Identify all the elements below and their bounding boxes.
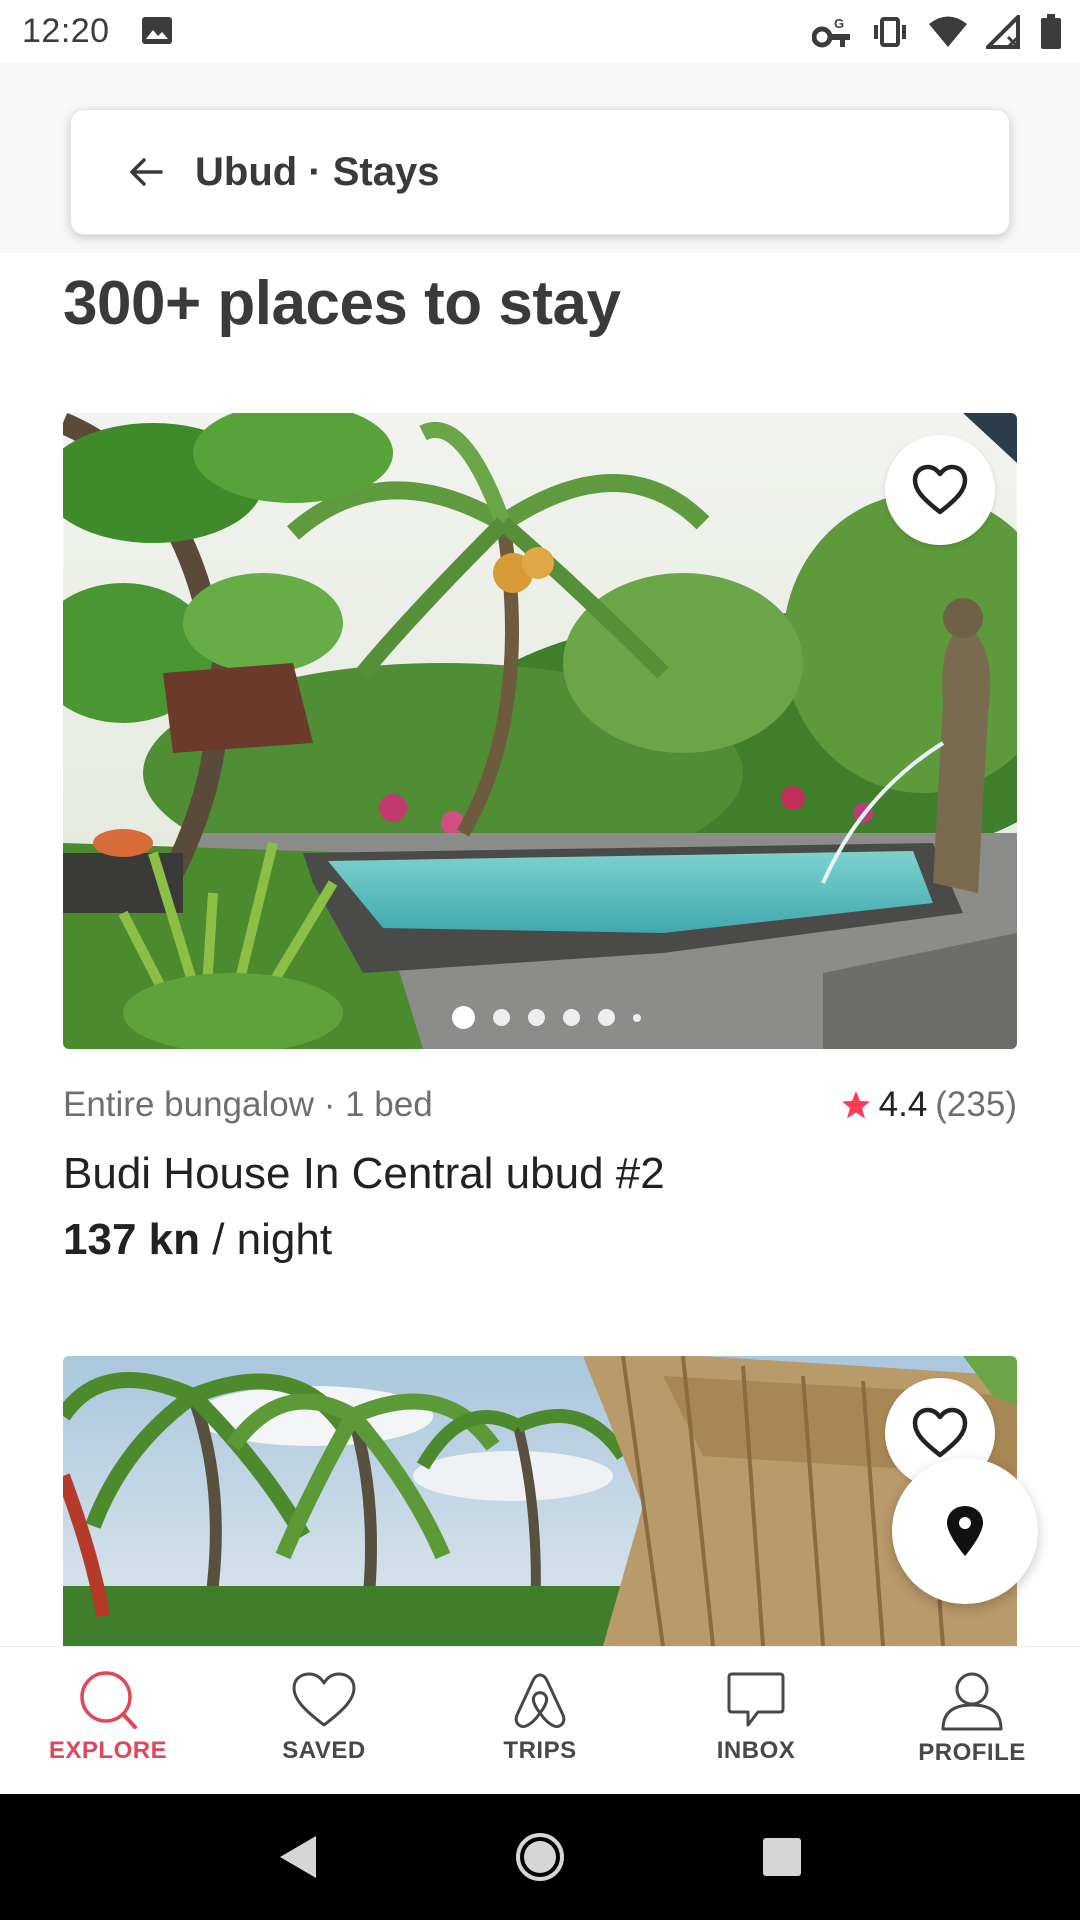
- nav-explore[interactable]: EXPLORE: [0, 1647, 216, 1794]
- save-listing-button[interactable]: [885, 435, 995, 545]
- image-icon: [142, 17, 172, 44]
- listing-card[interactable]: Entire bungalow · 1 bed 4.4 (235) Budi H…: [63, 413, 1017, 1265]
- map-pin-icon: [947, 1506, 983, 1556]
- listing-photo-image: [63, 413, 1017, 1049]
- pagination-dot[interactable]: [492, 1009, 510, 1026]
- message-icon: [727, 1672, 785, 1727]
- nav-label: PROFILE: [918, 1739, 1026, 1766]
- listing-photo[interactable]: [63, 1356, 1017, 1646]
- heart-icon: [292, 1672, 356, 1727]
- heart-icon: [912, 1407, 968, 1458]
- vpn-key-icon: G: [812, 16, 850, 48]
- nav-trips[interactable]: TRIPS: [432, 1647, 648, 1794]
- arrow-left-icon: [130, 158, 163, 186]
- map-button[interactable]: [892, 1458, 1038, 1604]
- photo-pagination: [63, 1006, 1017, 1029]
- nav-profile[interactable]: PROFILE: [864, 1647, 1080, 1794]
- status-time: 12:20: [22, 12, 110, 50]
- wifi-icon: [929, 16, 967, 47]
- nav-saved[interactable]: SAVED: [216, 1647, 432, 1794]
- search-query[interactable]: Ubud · Stays: [195, 150, 439, 195]
- review-count: (235): [935, 1085, 1017, 1124]
- nav-label: EXPLORE: [48, 1737, 168, 1764]
- listing-title[interactable]: Budi House In Central ubud #2: [63, 1149, 1017, 1199]
- bottom-navigation: EXPLORE SAVED TRIPS INBOX PROFILE: [0, 1646, 1080, 1794]
- pagination-dot[interactable]: [597, 1009, 615, 1026]
- listing-meta: Entire bungalow · 1 bed 4.4 (235): [63, 1083, 1017, 1127]
- price-unit: / night: [199, 1215, 333, 1264]
- signal-icon: [986, 15, 1020, 49]
- page-title: 300+ places to stay: [63, 269, 621, 338]
- pagination-dot[interactable]: [527, 1009, 545, 1026]
- nav-inbox[interactable]: INBOX: [648, 1647, 864, 1794]
- listing-photo-image: [63, 1356, 1017, 1646]
- status-bar: 12:20 G: [0, 0, 1080, 63]
- vibrate-icon: [874, 17, 906, 47]
- pagination-dot[interactable]: [562, 1009, 580, 1026]
- price-amount: 137 kn: [63, 1215, 200, 1264]
- search-bar[interactable]: Ubud · Stays: [70, 109, 1010, 235]
- airbnb-logo-icon: [514, 1673, 566, 1728]
- back-icon[interactable]: [278, 1834, 318, 1880]
- nav-label: SAVED: [282, 1737, 366, 1764]
- nav-label: INBOX: [716, 1737, 796, 1764]
- search-header: Ubud · Stays: [0, 63, 1080, 253]
- svg-text:G: G: [834, 16, 844, 31]
- listing-rating: 4.4 (235): [841, 1085, 1017, 1125]
- nav-label: TRIPS: [503, 1737, 577, 1764]
- recents-icon[interactable]: [762, 1837, 802, 1877]
- listing-price: 137 kn / night: [63, 1215, 1017, 1265]
- listing-card[interactable]: [63, 1356, 1017, 1646]
- pagination-dot[interactable]: [451, 1006, 475, 1029]
- search-icon: [80, 1671, 137, 1729]
- system-navigation-bar: [0, 1794, 1080, 1920]
- status-icons: G: [812, 10, 1062, 54]
- listing-photo[interactable]: [63, 413, 1017, 1049]
- battery-icon: [1041, 14, 1061, 49]
- star-icon: [841, 1091, 870, 1119]
- home-icon[interactable]: [515, 1832, 565, 1882]
- heart-icon: [912, 464, 968, 515]
- listing-type: Entire bungalow · 1 bed: [63, 1085, 433, 1124]
- user-icon: [941, 1672, 1003, 1731]
- pagination-dot[interactable]: [632, 1013, 641, 1022]
- rating-value: 4.4: [878, 1085, 928, 1124]
